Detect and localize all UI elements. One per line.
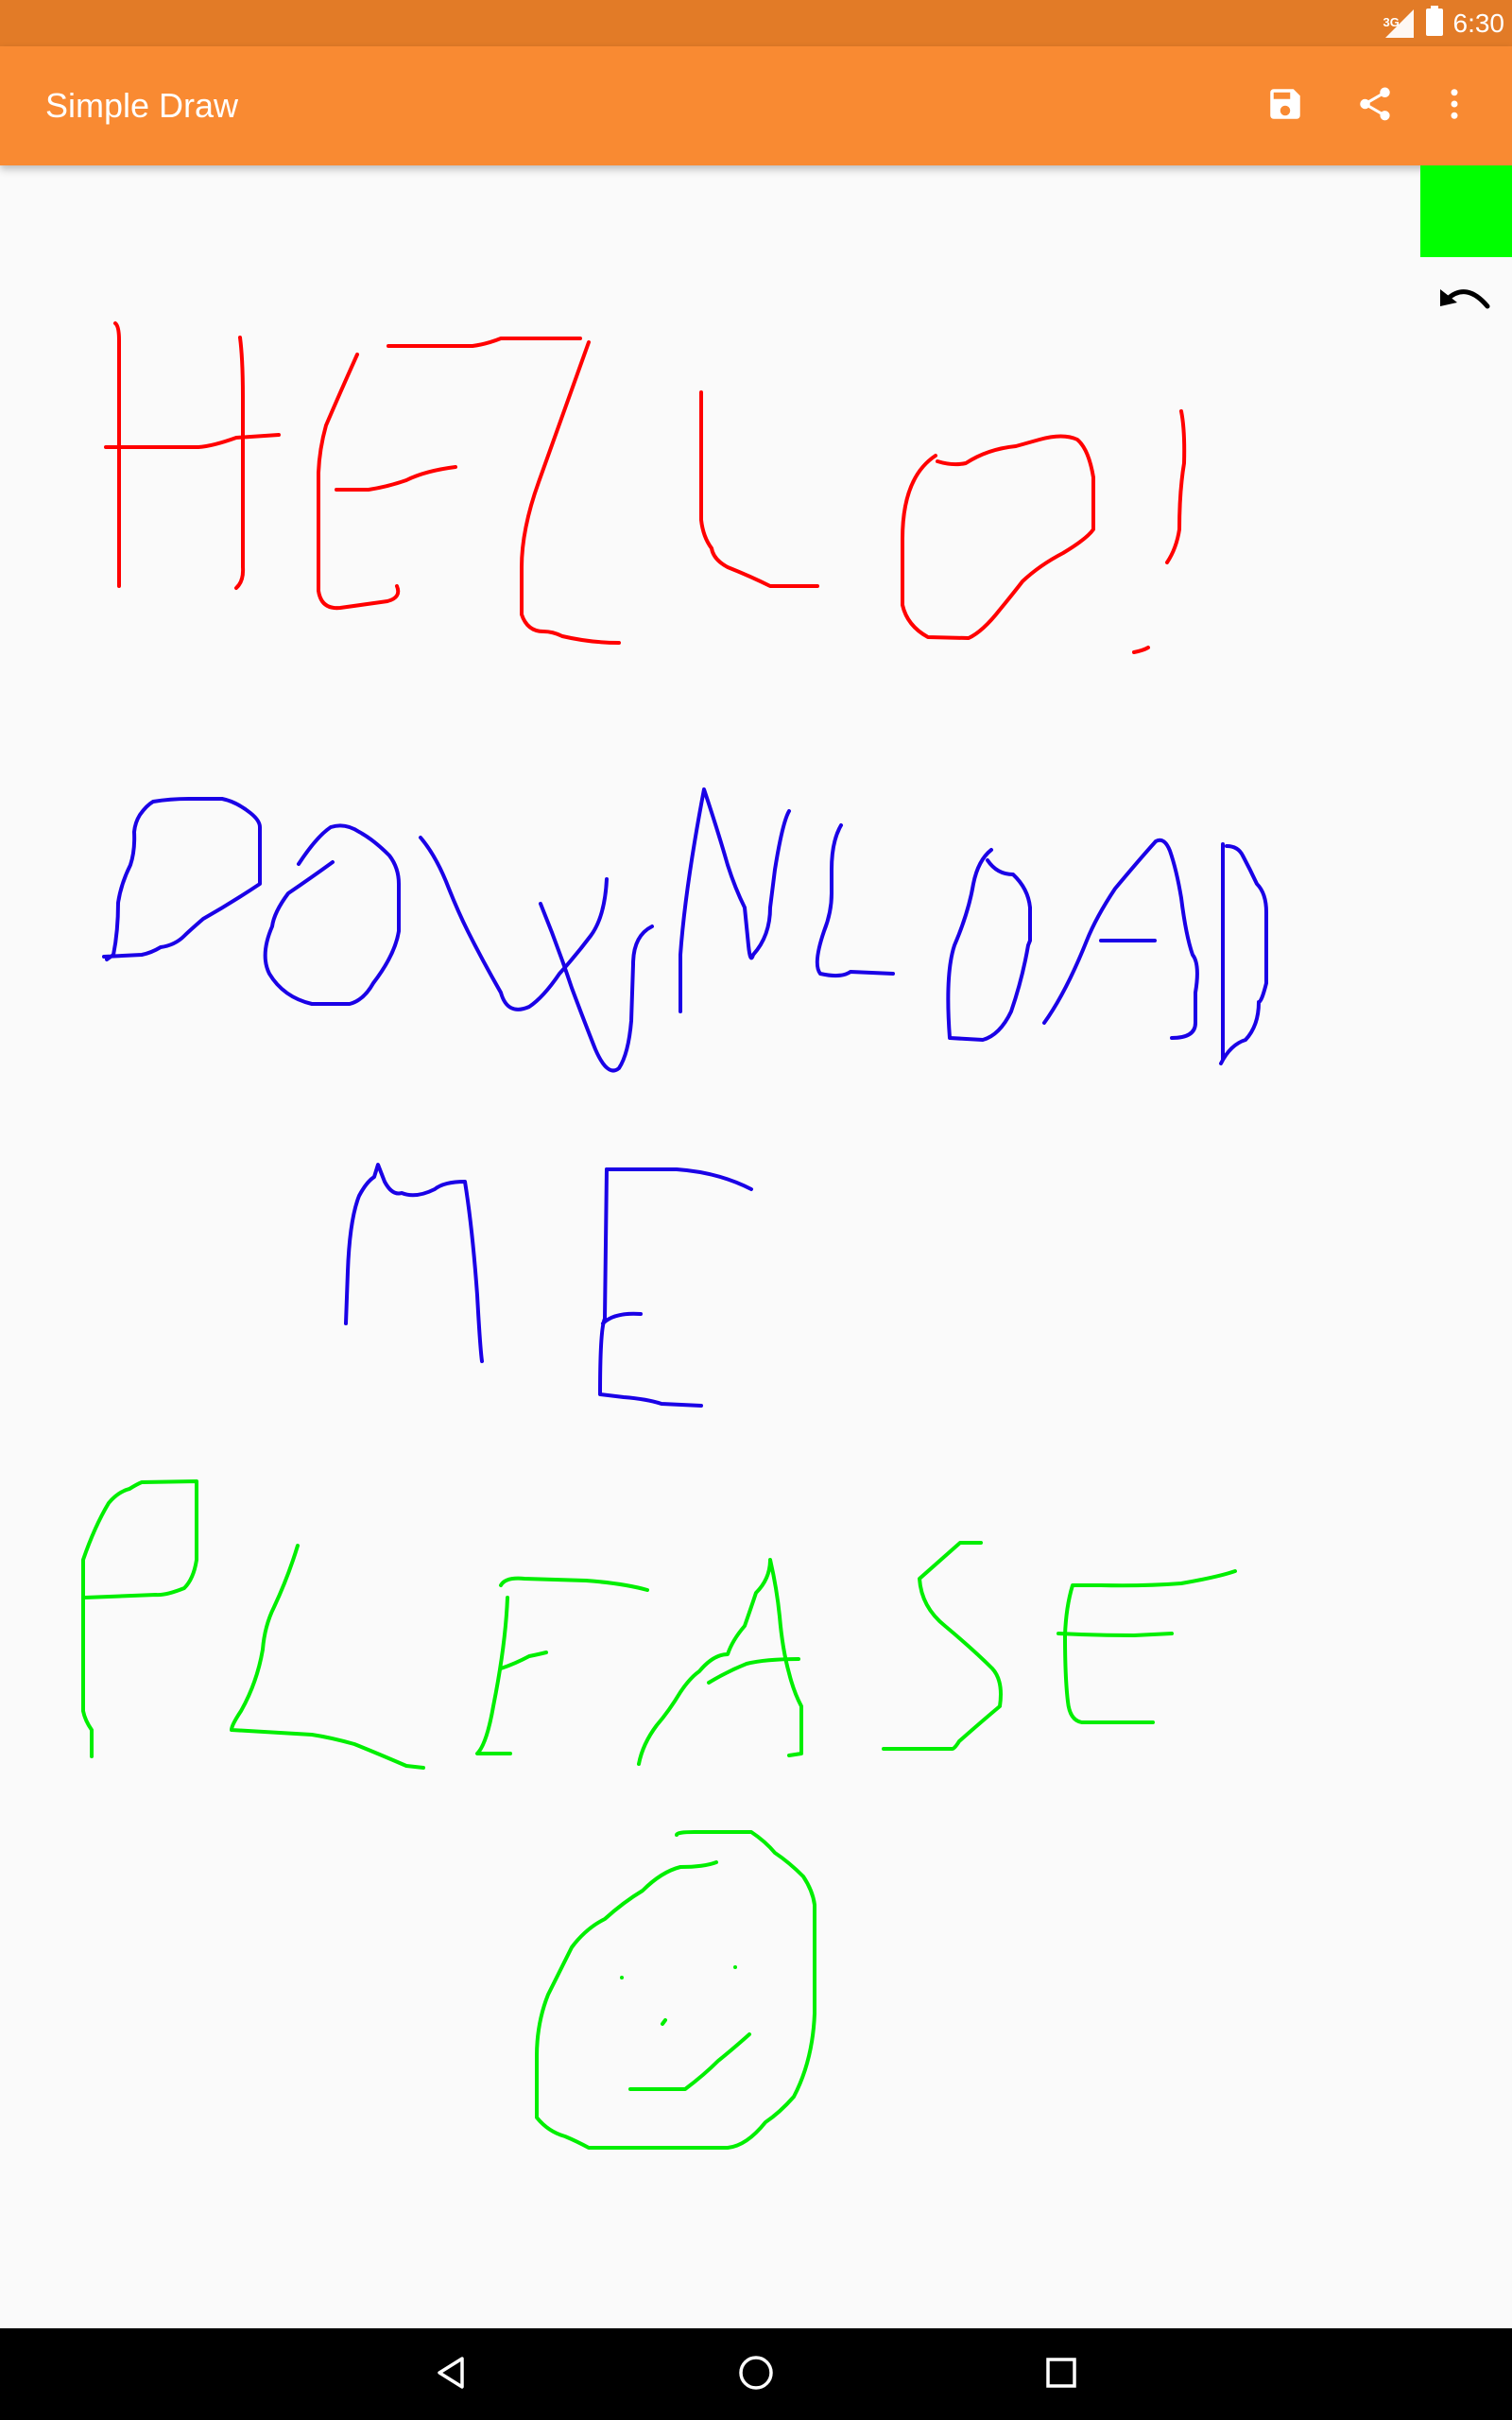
undo-icon [1438, 282, 1491, 324]
home-icon [737, 2354, 775, 2396]
system-navigation-bar [0, 2328, 1512, 2420]
more-options-button[interactable] [1426, 78, 1483, 134]
signal-icon: 3G [1383, 8, 1416, 40]
current-color-swatch[interactable] [1420, 165, 1512, 257]
stroke-hello [104, 321, 1187, 654]
status-bar: 3G 6:30 [0, 0, 1512, 46]
back-icon [432, 2354, 470, 2396]
drawing-strokes [81, 321, 1268, 2150]
app-bar: Simple Draw [0, 46, 1512, 165]
stroke-please [81, 1479, 1237, 1770]
back-button[interactable] [418, 2342, 484, 2408]
stroke-smiley [535, 1830, 816, 2150]
battery-icon [1425, 6, 1444, 41]
home-button[interactable] [723, 2342, 789, 2408]
share-button[interactable] [1347, 78, 1403, 134]
recents-button[interactable] [1028, 2342, 1094, 2408]
stroke-download [102, 787, 1268, 1073]
recents-icon [1042, 2354, 1080, 2396]
save-icon [1265, 84, 1305, 129]
stroke-me [344, 1163, 753, 1408]
app-title: Simple Draw [45, 86, 239, 125]
drawing-canvas[interactable] [0, 165, 1512, 2328]
status-time: 6:30 [1452, 8, 1505, 38]
share-icon [1355, 84, 1395, 129]
more-vert-icon [1435, 84, 1474, 129]
save-button[interactable] [1257, 78, 1314, 134]
undo-button[interactable] [1432, 274, 1498, 331]
network-type-label: 3G [1383, 14, 1400, 29]
status-icons: 3G 6:30 [1383, 0, 1505, 46]
